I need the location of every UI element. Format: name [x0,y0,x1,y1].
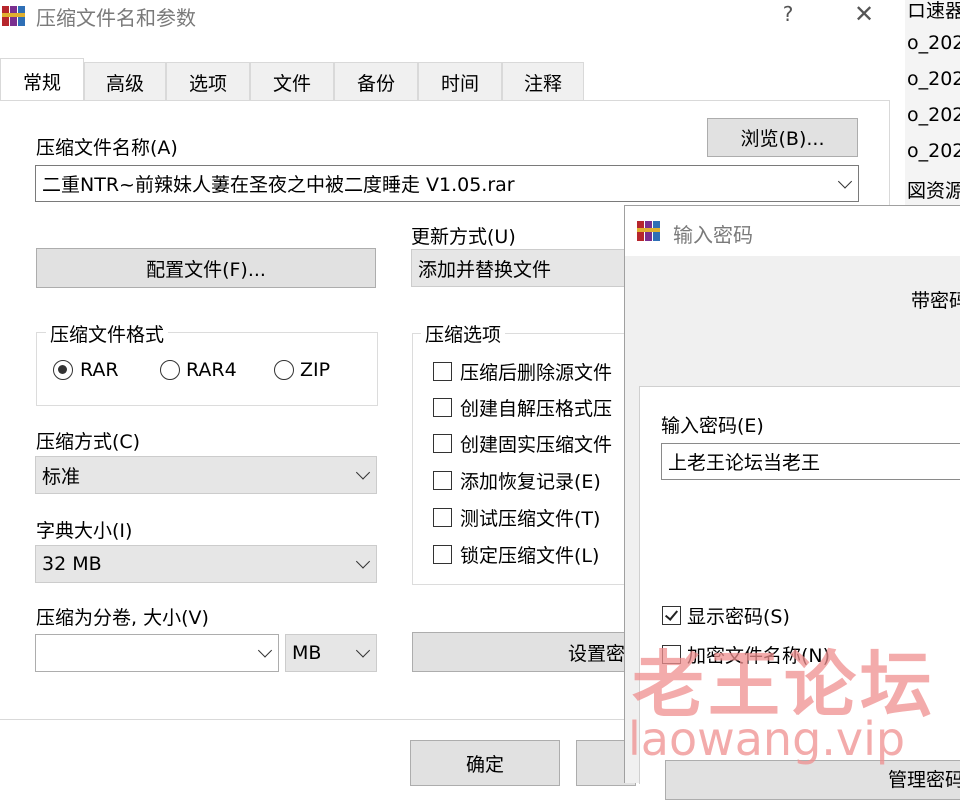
option-recovery-checkbox[interactable] [433,471,452,490]
option-sfx-label: 创建自解压格式压 [460,398,613,420]
radio-rar[interactable] [53,360,73,380]
password-value: 上老王论坛当老王 [668,452,821,474]
background-item: o_202 [907,140,960,162]
password-header-text: 带密码 [911,290,960,312]
radio-zip-label: ZIP [300,359,331,381]
set-password-label: 设置密 [567,642,625,665]
tab-backup[interactable]: 备份 [334,62,418,102]
password-input[interactable]: 上老王论坛当老王 [661,443,960,480]
tab-strip: 常规 高级 选项 文件 备份 时间 注释 [0,58,905,104]
split-size-combo[interactable] [35,634,279,672]
format-group-label: 压缩文件格式 [46,320,169,347]
split-unit-combo[interactable]: MB [285,634,377,672]
radio-rar4-label: RAR4 [186,359,237,381]
background-item: o_202 [907,104,960,126]
split-label: 压缩为分卷, 大小(V) [36,607,209,629]
background-window-strip: ロ速器 o_202 o_202 o_202 o_202 図资源 [904,0,960,210]
help-button[interactable]: ? [770,2,806,32]
dict-label: 字典大小(I) [36,520,133,542]
profile-button[interactable]: 配置文件(F)... [36,248,376,288]
background-item: o_202 [907,68,960,90]
tab-comment[interactable]: 注释 [502,62,584,102]
window-title: 压缩文件名和参数 [36,6,196,30]
chevron-down-icon [355,465,371,480]
option-delete-source-checkbox[interactable] [433,362,452,381]
tab-files[interactable]: 文件 [250,62,334,102]
archive-name-combo[interactable]: 二重NTR~前辣妹人萋在圣夜之中被二度睡走 V1.05.rar [35,165,859,202]
password-dialog-titlebar: 输入密码 [625,206,960,256]
browse-button[interactable]: 浏览(B)... [707,118,858,157]
split-unit-value: MB [292,642,322,664]
manage-passwords-button[interactable]: 管理密码 [665,760,960,800]
set-password-button[interactable]: 设置密 [412,632,642,672]
option-sfx-checkbox[interactable] [433,398,452,417]
update-mode-combo[interactable]: 添加并替换文件 [411,249,641,287]
manage-passwords-label: 管理密码 [887,769,960,791]
show-password-label: 显示密码(S) [687,606,790,628]
chevron-down-icon [257,643,273,658]
ok-button[interactable]: 确定 [410,740,560,786]
radio-rar4[interactable] [160,360,180,380]
radio-zip[interactable] [274,360,294,380]
winrar-icon [2,4,26,28]
option-solid-checkbox[interactable] [433,434,452,453]
tab-options[interactable]: 选项 [166,62,250,102]
tab-advanced[interactable]: 高级 [84,62,166,102]
option-test-label: 测试压缩文件(T) [460,508,601,530]
archive-name-label: 压缩文件名称(A) [36,137,178,159]
tab-general[interactable]: 常规 [0,58,84,104]
password-dialog-title: 输入密码 [673,223,753,247]
close-icon[interactable]: ✕ [846,0,882,30]
chevron-down-icon [355,643,371,658]
option-lock-label: 锁定压缩文件(L) [460,545,600,567]
update-mode-label: 更新方式(U) [411,226,516,248]
archive-name-value: 二重NTR~前辣妹人萋在圣夜之中被二度睡走 V1.05.rar [42,174,515,196]
watermark-url: laowang.vip [628,712,906,766]
winrar-icon [637,219,661,243]
tab-time[interactable]: 时间 [418,62,502,102]
radio-rar-label: RAR [80,359,119,381]
update-mode-value: 添加并替换文件 [418,258,552,281]
option-delete-source-label: 压缩后删除源文件 [460,362,613,384]
chevron-down-icon [355,554,371,569]
dict-value: 32 MB [42,553,102,575]
method-value: 标准 [42,465,81,488]
dict-combo[interactable]: 32 MB [35,545,377,583]
options-group-label: 压缩选项 [421,320,506,347]
title-bar: 压缩文件名和参数 ? ✕ [0,0,905,40]
method-combo[interactable]: 标准 [35,456,377,494]
show-password-checkbox[interactable] [662,606,681,625]
option-lock-checkbox[interactable] [433,545,452,564]
option-solid-label: 创建固实压缩文件 [460,434,613,456]
method-label: 压缩方式(C) [36,431,141,453]
option-test-checkbox[interactable] [433,508,452,527]
background-item: o_202 [907,32,960,54]
enter-password-label: 输入密码(E) [661,415,764,437]
option-recovery-label: 添加恢复记录(E) [460,471,601,493]
background-item: ロ速器 [907,0,960,22]
chevron-down-icon [837,173,853,189]
